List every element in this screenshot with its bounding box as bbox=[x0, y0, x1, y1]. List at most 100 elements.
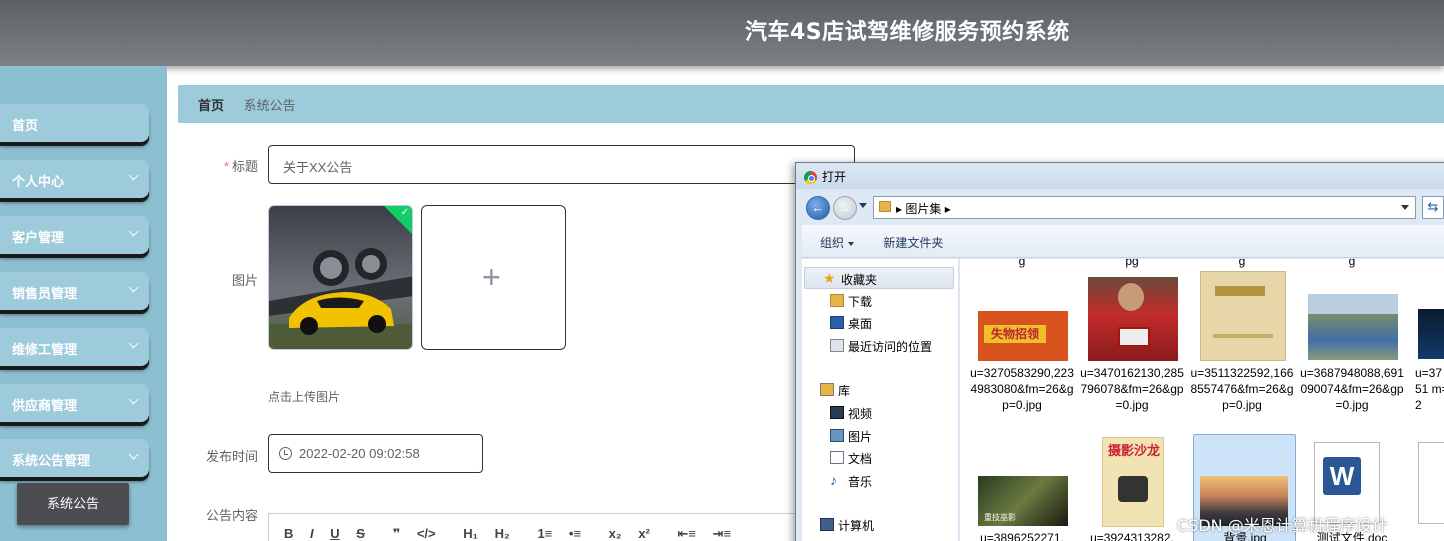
computer-icon bbox=[820, 518, 834, 531]
document-icon bbox=[830, 451, 844, 464]
dialog-toolbar: 组织 新建文件夹 bbox=[802, 225, 1444, 258]
date-value: 2022-02-20 09:02:58 bbox=[299, 446, 420, 461]
nav-library[interactable]: 库 bbox=[802, 379, 959, 401]
file-thumbnail[interactable]: 失物招领 bbox=[978, 311, 1068, 361]
content-label: 公告内容 bbox=[205, 508, 258, 523]
sidebar-item-personal-center[interactable]: 个人中心 bbox=[0, 160, 149, 198]
address-bar-area: ← → ▸ 图片集 ▸ ⇆ bbox=[796, 190, 1444, 224]
breadcrumb: 首页 / 系统公告 bbox=[178, 85, 1444, 123]
breadcrumb-home[interactable]: 首页 bbox=[198, 98, 224, 113]
file-name-fragment: pg bbox=[1125, 259, 1139, 268]
rich-text-toolbar: B I U S ❞ </> H₁ H₂ 1≡ •≡ x₂ x² ⇤≡ ⇥≡ bbox=[268, 513, 808, 541]
sidebar-item-label: 系统公告管理 bbox=[12, 453, 91, 468]
underline-button[interactable]: U bbox=[330, 526, 339, 541]
sidebar-item-supplier-management[interactable]: 供应商管理 bbox=[0, 384, 149, 422]
sidebar-subitem-announcement[interactable]: 系统公告 bbox=[17, 483, 129, 525]
sidebar-item-label: 供应商管理 bbox=[12, 398, 78, 413]
folder-icon bbox=[879, 201, 891, 212]
file-name[interactable]: u=37 151 m=2 bbox=[1415, 365, 1444, 413]
nav-favorites[interactable]: ★ 收藏夹 bbox=[804, 267, 954, 289]
watermark: CSDN @米恩计算机程序设计 bbox=[1177, 516, 1388, 535]
chevron-down-icon bbox=[128, 338, 139, 349]
outdent-button[interactable]: ⇤≡ bbox=[678, 526, 696, 541]
file-open-dialog: 打开 ← → ▸ 图片集 ▸ ⇆ 组织 新建文件夹 ★ 收藏夹 下载 桌面 最近访… bbox=[795, 162, 1444, 541]
h2-button[interactable]: H₂ bbox=[495, 526, 510, 541]
refresh-button[interactable]: ⇆ bbox=[1422, 196, 1444, 219]
file-thumbnail[interactable] bbox=[1308, 294, 1398, 360]
bullet-list-button[interactable]: •≡ bbox=[569, 526, 581, 541]
chevron-down-icon bbox=[128, 170, 139, 181]
star-icon: ★ bbox=[823, 270, 836, 286]
nav-item-downloads[interactable]: 下载 bbox=[802, 290, 959, 312]
check-icon: ✓ bbox=[400, 207, 409, 218]
chevron-down-icon[interactable] bbox=[1401, 205, 1409, 210]
history-dropdown-icon[interactable] bbox=[859, 203, 867, 208]
nav-item-music[interactable]: ♪ 音乐 bbox=[802, 470, 959, 492]
pictures-icon bbox=[830, 429, 844, 442]
app-title: 汽车4S店试驾维修服务预约系统 bbox=[745, 20, 1070, 45]
recent-places-icon bbox=[830, 339, 844, 352]
car-photo bbox=[269, 206, 412, 349]
thumbnail-caption: 重技巫影 bbox=[984, 513, 1016, 522]
code-button[interactable]: </> bbox=[417, 526, 436, 541]
uploaded-image-thumbnail[interactable]: ✓ bbox=[268, 205, 413, 350]
file-name[interactable]: u=3924313282, bbox=[1080, 530, 1184, 541]
file-thumbnail[interactable]: 重技巫影 bbox=[978, 476, 1068, 526]
nav-computer[interactable]: 计算机 bbox=[802, 514, 959, 536]
breadcrumb-separator: / bbox=[232, 98, 236, 113]
forward-button[interactable]: → bbox=[833, 196, 857, 220]
chevron-down-icon bbox=[128, 449, 139, 460]
sidebar-item-home[interactable]: 首页 bbox=[0, 104, 149, 142]
organize-button[interactable]: 组织 bbox=[820, 236, 855, 250]
sidebar-item-label: 客户管理 bbox=[12, 230, 65, 245]
library-icon bbox=[820, 383, 834, 396]
sidebar-item-announcement-management[interactable]: 系统公告管理 bbox=[0, 439, 149, 477]
chevron-down-icon bbox=[128, 394, 139, 405]
file-name-fragment: g bbox=[1018, 259, 1026, 268]
breadcrumb-arrow-icon: ▸ bbox=[941, 202, 951, 216]
nav-item-videos[interactable]: 视频 bbox=[802, 402, 959, 424]
file-thumbnail[interactable]: 摄影沙龙 bbox=[1102, 437, 1164, 527]
nav-item-recent-places[interactable]: 最近访问的位置 bbox=[802, 335, 959, 357]
file-name-fragment: g bbox=[1238, 259, 1246, 268]
navigation-pane: ★ 收藏夹 下载 桌面 最近访问的位置 库 视频 图片 文档 ♪ 音乐 计算机 bbox=[802, 259, 959, 541]
title-input[interactable]: 关于XX公告 bbox=[268, 145, 855, 184]
sidebar: 首页 个人中心 客户管理 销售员管理 维修工管理 供应商管理 系统公告管理 bbox=[0, 66, 167, 541]
sidebar-item-label: 个人中心 bbox=[12, 174, 65, 189]
dialog-titlebar[interactable]: 打开 bbox=[796, 163, 1444, 189]
file-name[interactable]: u=3896252271, bbox=[970, 530, 1074, 541]
sidebar-item-mechanic-management[interactable]: 维修工管理 bbox=[0, 328, 149, 366]
h1-button[interactable]: H₁ bbox=[463, 526, 478, 541]
sidebar-item-label: 维修工管理 bbox=[12, 342, 78, 357]
file-thumbnail[interactable] bbox=[1418, 442, 1444, 524]
date-picker-input[interactable]: 2022-02-20 09:02:58 bbox=[268, 434, 483, 473]
indent-button[interactable]: ⇥≡ bbox=[713, 526, 731, 541]
file-name[interactable]: u=3270583290,2234983080&fm=26&gp=0.jpg bbox=[970, 365, 1074, 413]
sidebar-item-customer-management[interactable]: 客户管理 bbox=[0, 216, 149, 254]
file-name[interactable]: u=3470162130,285796078&fm=26&gp=0.jpg bbox=[1080, 365, 1184, 413]
file-thumbnail[interactable] bbox=[1088, 277, 1178, 361]
file-name[interactable]: u=3511322592,1668557476&fm=26&gp=0.jpg bbox=[1190, 365, 1294, 413]
nav-item-pictures[interactable]: 图片 bbox=[802, 425, 959, 447]
nav-item-documents[interactable]: 文档 bbox=[802, 447, 959, 469]
new-folder-button[interactable]: 新建文件夹 bbox=[883, 236, 943, 250]
subscript-button[interactable]: x₂ bbox=[609, 526, 622, 541]
sidebar-item-salesperson-management[interactable]: 销售员管理 bbox=[0, 272, 149, 310]
address-segment[interactable]: 图片集 bbox=[905, 202, 941, 216]
file-thumbnail[interactable] bbox=[1418, 309, 1444, 359]
strike-button[interactable]: S bbox=[356, 526, 365, 541]
file-thumbnail[interactable] bbox=[1200, 271, 1286, 361]
file-name[interactable]: u=3687948088,691090074&fm=26&gp=0.jpg bbox=[1300, 365, 1404, 413]
bold-button[interactable]: B bbox=[284, 526, 293, 541]
quote-button[interactable]: ❞ bbox=[393, 526, 401, 541]
ordered-list-button[interactable]: 1≡ bbox=[537, 526, 552, 541]
image-upload-button[interactable]: + bbox=[421, 205, 566, 350]
plus-icon: + bbox=[482, 259, 501, 295]
back-button[interactable]: ← bbox=[806, 196, 830, 220]
upload-hint: 点击上传图片 bbox=[268, 390, 341, 404]
date-label: 发布时间 bbox=[205, 449, 258, 464]
address-bar[interactable]: ▸ 图片集 ▸ bbox=[873, 196, 1416, 219]
italic-button[interactable]: I bbox=[310, 526, 314, 541]
nav-item-desktop[interactable]: 桌面 bbox=[802, 312, 959, 334]
superscript-button[interactable]: x² bbox=[638, 526, 650, 541]
